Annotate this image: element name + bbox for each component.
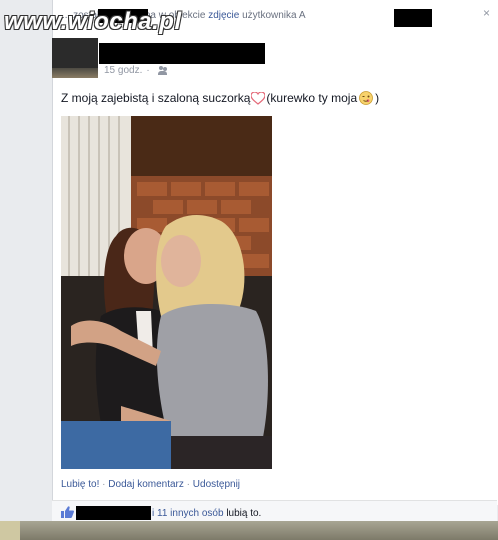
site-watermark: www.wiocha.pl	[4, 8, 182, 35]
redacted-name	[394, 9, 432, 27]
post-message: Z moją zajebistą i szaloną suczorką (kur…	[61, 91, 379, 105]
separator-dot: ·	[146, 65, 150, 76]
heart-icon	[251, 91, 266, 105]
message-text-3: )	[375, 91, 380, 105]
people-icon[interactable]	[157, 66, 168, 75]
redacted-author-name	[99, 43, 265, 64]
likes-others-link[interactable]: i 11 innych osób	[152, 508, 224, 519]
bottom-background-strip	[0, 521, 498, 540]
thumbs-up-icon	[61, 506, 74, 518]
photo-link[interactable]: zdjęcie	[208, 10, 239, 21]
likes-summary: i 11 innych osób lubią to.	[152, 508, 261, 519]
message-text-2: (kurewko ty moja	[266, 91, 358, 105]
tag-notice-suffix: użytkownika A	[242, 10, 306, 21]
close-icon[interactable]: ×	[483, 6, 490, 20]
post-photo[interactable]	[61, 116, 272, 469]
author-avatar[interactable]	[52, 38, 98, 78]
post-meta: 15 godz. ·	[104, 65, 168, 76]
comment-link[interactable]: Dodaj komentarz	[108, 479, 184, 490]
post-actions: Lubię to! · Dodaj komentarz · Udostępnij	[61, 479, 240, 490]
wink-icon	[359, 91, 374, 105]
separator-dot: ·	[186, 479, 190, 490]
photo-illustration	[61, 116, 272, 469]
separator-dot: ·	[102, 479, 106, 490]
likes-suffix: lubią to.	[226, 508, 262, 519]
post-timestamp[interactable]: 15 godz.	[104, 65, 142, 76]
message-text-1: Z moją zajebistą i szaloną suczorką	[61, 91, 251, 105]
like-link[interactable]: Lubię to!	[61, 479, 99, 490]
share-link[interactable]: Udostępnij	[193, 479, 240, 490]
bottom-corner-decoration	[0, 521, 20, 540]
redacted-liker-name	[76, 506, 151, 520]
